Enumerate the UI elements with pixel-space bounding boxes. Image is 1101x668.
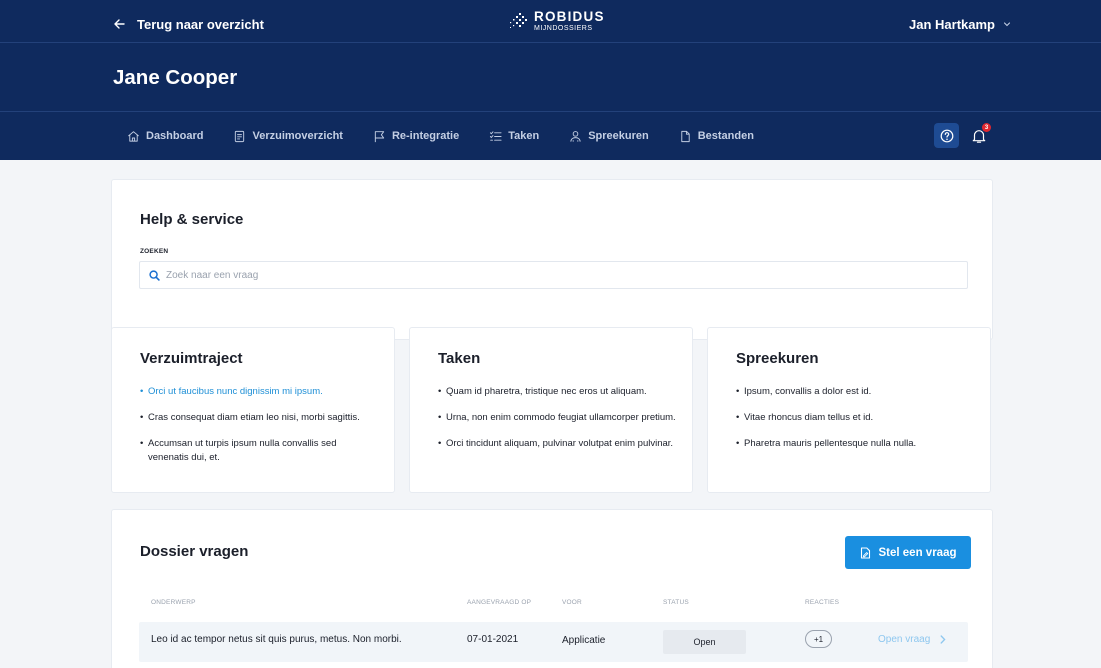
- document-edit-icon: [860, 546, 870, 559]
- back-link-label: Terug naar overzicht: [137, 16, 264, 32]
- ask-question-button[interactable]: Stel een vraag: [845, 536, 971, 569]
- reply-count-badge: +1: [805, 630, 832, 648]
- nav-label-verzuimoverzicht: Verzuimoverzicht: [252, 130, 343, 142]
- top-header: Terug naar overzicht ROBIDUS MIJNDOSSIER…: [0, 0, 1101, 160]
- list-item: Vitae rhoncus diam tellus et id.: [736, 411, 974, 425]
- card-list: Quam id pharetra, tristique nec eros ut …: [438, 385, 676, 463]
- search-label: ZOEKEN: [140, 248, 169, 255]
- dossier-questions-card: Dossier vragen Stel een vraag ONDERWERP …: [111, 509, 993, 668]
- search-input[interactable]: [166, 269, 946, 281]
- header-divider: [0, 111, 1101, 112]
- status-badge: Open: [663, 630, 746, 654]
- column-header-subject[interactable]: ONDERWERP: [151, 599, 196, 606]
- nav-label-taken: Taken: [508, 130, 540, 142]
- main-nav: Dashboard Verzuimoverzicht Re-integratie…: [127, 126, 784, 146]
- card-title: Verzuimtraject: [140, 350, 243, 367]
- list-item: Orci tincidunt aliquam, pulvinar volutpa…: [438, 437, 676, 451]
- column-header-replies[interactable]: REACTIES: [805, 599, 839, 606]
- open-question-label: Open vraag: [878, 634, 931, 645]
- nav-item-spreekuren[interactable]: Spreekuren: [569, 130, 649, 143]
- home-icon: [128, 130, 139, 142]
- help-title: Help & service: [140, 211, 244, 228]
- back-to-overview-link[interactable]: Terug naar overzicht: [113, 14, 264, 34]
- dossier-title: Dossier vragen: [140, 543, 249, 560]
- open-question-link[interactable]: Open vraag: [878, 634, 946, 645]
- list-item: Cras consequat diam etiam leo nisi, morb…: [140, 411, 378, 425]
- taken-card: Taken Quam id pharetra, tristique nec er…: [409, 327, 693, 493]
- question-circle-icon: [940, 129, 953, 142]
- nav-item-verzuimoverzicht[interactable]: Verzuimoverzicht: [233, 130, 343, 143]
- robidus-logo: ROBIDUS MIJNDOSSIERS: [508, 10, 605, 32]
- arrow-left-icon: [114, 19, 125, 29]
- list-item[interactable]: Orci ut faucibus nunc dignissim mi ipsum…: [140, 385, 378, 399]
- document-icon: [235, 130, 245, 142]
- column-header-for[interactable]: VOOR: [562, 599, 582, 606]
- nav-label-dashboard: Dashboard: [146, 130, 204, 142]
- help-service-card: Help & service ZOEKEN: [111, 179, 993, 340]
- nav-label-bestanden: Bestanden: [697, 130, 754, 142]
- logo-subtitle: MIJNDOSSIERS: [534, 24, 593, 32]
- verzuimtraject-card: Verzuimtraject Orci ut faucibus nunc dig…: [111, 327, 395, 493]
- page-title: Jane Cooper: [113, 66, 238, 89]
- file-icon: [681, 130, 690, 142]
- card-title: Taken: [438, 350, 481, 367]
- list-item: Pharetra mauris pellentesque nulla nulla…: [736, 437, 974, 451]
- notifications-button[interactable]: 3: [969, 123, 991, 145]
- row-for: Applicatie: [562, 635, 606, 646]
- flag-icon: [374, 130, 385, 142]
- column-header-status[interactable]: STATUS: [663, 599, 689, 606]
- nav-item-re-integratie[interactable]: Re-integratie: [373, 130, 459, 143]
- chevron-down-icon: [1003, 22, 1011, 27]
- chevron-right-icon: [940, 635, 946, 644]
- ask-question-label: Stel een vraag: [878, 546, 957, 559]
- column-header-requested[interactable]: AANGEVRAAGD OP: [467, 599, 531, 606]
- nav-label-re-integratie: Re-integratie: [391, 130, 460, 142]
- search-icon: [149, 269, 160, 281]
- card-list: Ipsum, convallis a dolor est id. Vitae r…: [736, 385, 974, 463]
- users-icon: [570, 130, 581, 142]
- help-button[interactable]: [934, 123, 959, 148]
- logo-mark-icon: [510, 12, 527, 28]
- nav-item-taken[interactable]: Taken: [489, 130, 539, 143]
- nav-label-spreekuren: Spreekuren: [588, 130, 649, 142]
- row-subject: Leo id ac tempor netus sit quis purus, m…: [151, 634, 402, 645]
- list-item: Accumsan ut turpis ipsum nulla convallis…: [140, 437, 378, 465]
- nav-item-bestanden[interactable]: Bestanden: [679, 130, 754, 143]
- user-name: Jan Hartkamp: [909, 16, 995, 32]
- nav-item-dashboard[interactable]: Dashboard: [127, 130, 203, 143]
- logo-name: ROBIDUS: [534, 9, 605, 24]
- row-requested-date: 07-01-2021: [467, 634, 519, 645]
- notification-badge: 3: [982, 123, 991, 132]
- list-item: Ipsum, convallis a dolor est id.: [736, 385, 974, 399]
- checklist-icon: [490, 130, 502, 141]
- card-list: Orci ut faucibus nunc dignissim mi ipsum…: [140, 385, 378, 477]
- list-item: Urna, non enim commodo feugiat ullamcorp…: [438, 411, 676, 425]
- spreekuren-card: Spreekuren Ipsum, convallis a dolor est …: [707, 327, 991, 493]
- user-menu[interactable]: Jan Hartkamp: [909, 14, 1011, 34]
- list-item: Quam id pharetra, tristique nec eros ut …: [438, 385, 676, 399]
- card-title: Spreekuren: [736, 350, 819, 367]
- search-box[interactable]: [139, 261, 968, 289]
- table-row[interactable]: Leo id ac tempor netus sit quis purus, m…: [139, 622, 968, 662]
